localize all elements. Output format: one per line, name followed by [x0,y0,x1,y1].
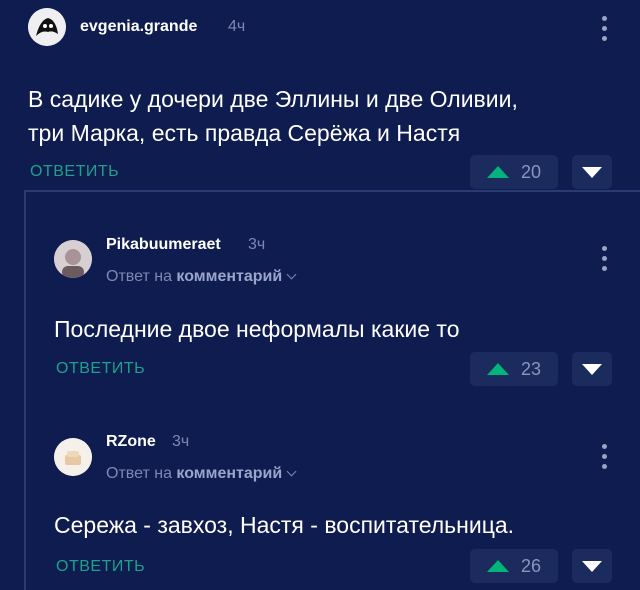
comment-text: Последние двое неформалы какие то [54,312,614,346]
kebab-menu-icon[interactable] [602,444,608,469]
avatar-image [28,8,66,46]
avatar[interactable] [54,240,92,278]
username[interactable]: Pikabuumeraet [106,236,221,254]
comment-text-line: Последние двое неформалы какие то [54,316,460,342]
reply-to-prefix: Ответ на [106,465,172,482]
avatar-image [54,438,92,476]
avatar[interactable] [54,438,92,476]
downvote-button[interactable] [572,549,612,583]
avatar-image [54,240,92,278]
downvote-button[interactable] [572,155,612,189]
thread-divider [24,190,640,192]
downvote-arrow-icon [582,166,602,178]
timestamp: 4ч [228,18,246,35]
reply-to-prefix: Ответ на [106,268,172,285]
reply-to-target[interactable]: комментарий [176,268,282,285]
downvote-button[interactable] [572,352,612,386]
upvote-arrow-icon [486,560,509,572]
comment-text-line: Сережа - завхоз, Настя - воспитательница… [54,512,515,538]
vote-count: 26 [520,555,542,576]
kebab-menu-icon[interactable] [602,246,608,271]
downvote-arrow-icon [582,560,602,572]
vote-count: 20 [520,161,542,182]
reply-button[interactable]: ОТВЕТИТЬ [56,360,145,378]
username[interactable]: evgenia.grande [80,18,197,36]
comment-text: В садике у дочери две Эллины и две Оливи… [28,82,608,150]
upvote-button[interactable]: 20 [470,155,558,189]
reply-to-link[interactable]: Ответ на комментарий [106,465,297,483]
thread-line [24,190,26,590]
reply-to-target[interactable]: комментарий [176,465,282,482]
kebab-menu-icon[interactable] [602,16,608,41]
vote-count: 23 [520,358,542,379]
timestamp: 3ч [248,236,266,253]
upvote-button[interactable]: 26 [470,549,558,583]
comment-text-line: три Марка, есть правда Серёжа и Настя [28,120,461,146]
reply-to-link[interactable]: Ответ на комментарий [106,268,297,286]
chevron-down-icon[interactable] [286,466,297,477]
reply-button[interactable]: ОТВЕТИТЬ [30,163,119,181]
upvote-arrow-icon [486,166,509,178]
chevron-down-icon[interactable] [286,269,297,280]
upvote-arrow-icon [486,363,509,375]
comment-text-line: В садике у дочери две Эллины и две Оливи… [28,86,518,112]
username[interactable]: RZone [106,433,156,451]
upvote-button[interactable]: 23 [470,352,558,386]
comment-text: Сережа - завхоз, Настя - воспитательница… [54,508,614,542]
timestamp: 3ч [172,433,190,450]
downvote-arrow-icon [582,363,602,375]
reply-button[interactable]: ОТВЕТИТЬ [56,558,145,576]
avatar[interactable] [28,8,66,46]
